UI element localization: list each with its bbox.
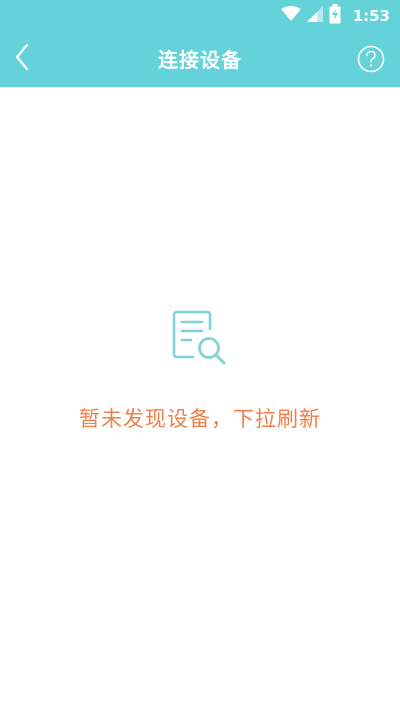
status-bar: 1:53 (0, 0, 400, 31)
empty-state: 暂未发现设备，下拉刷新 (0, 305, 400, 433)
toolbar: 连接设备 (0, 31, 400, 87)
document-search-icon (169, 305, 231, 369)
help-button[interactable] (356, 44, 386, 74)
status-time: 1:53 (352, 7, 390, 25)
wifi-icon (280, 6, 301, 26)
empty-message: 暂未发现设备，下拉刷新 (79, 407, 321, 431)
connect-device-screen: 1:53 连接设备 暂未发现设备，下拉刷新 (0, 0, 400, 711)
question-circle-icon (356, 45, 386, 78)
page-title: 连接设备 (158, 48, 242, 72)
app-bar: 1:53 连接设备 (0, 0, 400, 87)
signal-icon (306, 6, 323, 26)
battery-charging-icon (329, 4, 341, 28)
status-icons: 1:53 (280, 4, 390, 28)
